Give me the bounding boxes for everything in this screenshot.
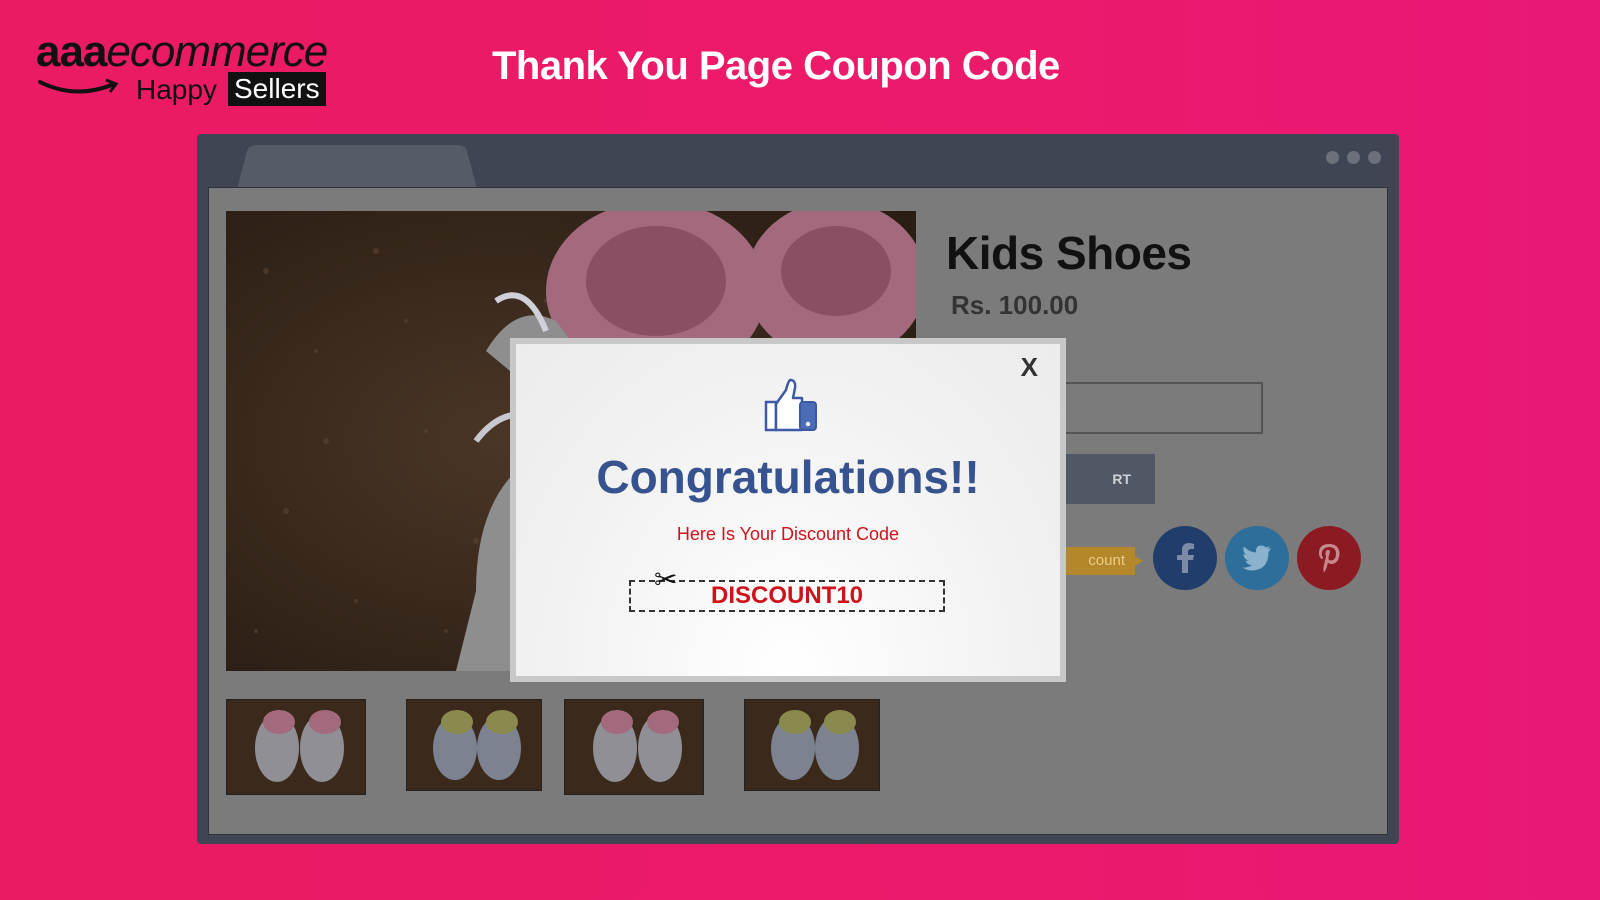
logo-wordmark: aaaecommerce <box>36 27 328 76</box>
product-thumbnail[interactable] <box>564 699 704 795</box>
browser-tab[interactable] <box>237 145 477 189</box>
close-button[interactable]: X <box>1021 352 1038 383</box>
logo-brand-italic: ecommerce <box>106 27 328 76</box>
window-controls <box>1326 151 1381 164</box>
smile-arrow-icon <box>38 78 118 94</box>
congratulations-heading: Congratulations!! <box>596 451 980 503</box>
logo-tagline-badge: Sellers <box>228 72 326 106</box>
window-dot[interactable] <box>1326 151 1339 164</box>
pinterest-icon <box>1319 544 1340 573</box>
window-dot[interactable] <box>1368 151 1381 164</box>
facebook-icon <box>1177 543 1194 573</box>
product-thumbnail[interactable] <box>226 699 366 795</box>
product-name: Kids Shoes <box>946 227 1192 279</box>
add-to-cart-button[interactable]: RT <box>1059 454 1155 504</box>
product-thumbnail[interactable] <box>744 699 880 791</box>
discount-tag: count <box>1059 547 1143 575</box>
pinterest-share-button[interactable] <box>1297 526 1361 590</box>
window-dot[interactable] <box>1347 151 1360 164</box>
brand-logo: aaaecommerce Happy Sellers <box>36 28 366 110</box>
product-price: Rs. 100.00 <box>951 290 1079 320</box>
twitter-icon <box>1242 545 1271 571</box>
logo-brand-bold: aaa <box>36 27 107 76</box>
logo-tagline-word: Happy <box>136 74 217 105</box>
coupon-modal: X Congratulations!! Here Is Your Discoun… <box>510 338 1066 682</box>
product-thumbnail[interactable] <box>406 699 542 791</box>
scissors-icon: ✂ <box>654 564 678 595</box>
banner-title: Thank You Page Coupon Code <box>492 44 1060 88</box>
quantity-input[interactable] <box>1059 382 1263 434</box>
discount-code-label: Here Is Your Discount Code <box>676 524 900 544</box>
facebook-share-button[interactable] <box>1153 526 1217 590</box>
twitter-share-button[interactable] <box>1225 526 1289 590</box>
thumbs-up-icon <box>764 378 817 432</box>
